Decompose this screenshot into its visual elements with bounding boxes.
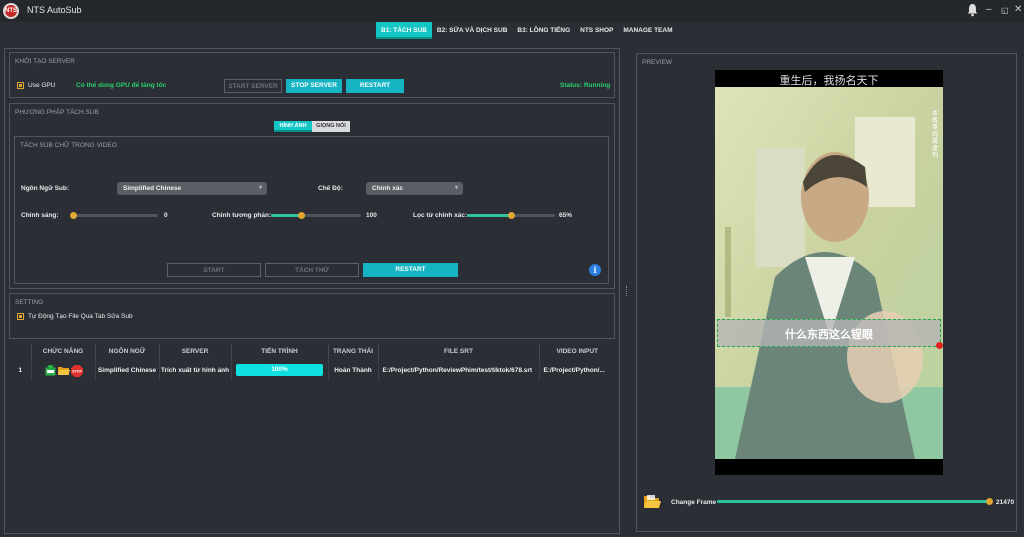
extract-subpanel: TÁCH SUB CHỮ TRONG VIDEO — [14, 136, 609, 284]
brightness-value: 0 — [164, 212, 168, 219]
gpu-note: Có thể dùng GPU để tăng tốc — [76, 82, 167, 89]
mode-label: Chế Độ: — [318, 185, 343, 192]
slider-fill — [467, 214, 511, 217]
jobs-table: CHỨC NĂNG NGÔN NGỮ SERVER TIẾN TRÌNH TRẠ… — [10, 344, 615, 381]
app-logo: NTS — [3, 3, 19, 19]
slider-knob[interactable] — [508, 212, 515, 219]
subtitle-text: 什么东西这么锃眼 — [785, 328, 873, 341]
slider-knob[interactable] — [986, 498, 993, 505]
row-video-input: E:/Project/Python/... — [543, 366, 605, 374]
col-index-header — [10, 344, 32, 359]
extract-section-title: TÁCH SUB CHỮ TRONG VIDEO — [20, 142, 117, 149]
auto-create-label: Tự Động Tạo File Qua Tab Sửa Sub — [28, 313, 133, 320]
app-title: NTS AutoSub — [27, 5, 82, 15]
col-function-header: CHỨC NĂNG — [31, 344, 96, 359]
lang-select[interactable]: Simplified Chinese ▾ — [117, 182, 267, 195]
slider-fill — [717, 500, 989, 503]
brightness-slider[interactable] — [70, 212, 158, 219]
frame-slider[interactable] — [717, 498, 993, 505]
stop-server-button[interactable]: STOP SERVER — [286, 79, 342, 93]
folder-icon[interactable] — [57, 365, 70, 376]
subtitle-region-box[interactable]: 什么东西这么锃眼 — [717, 319, 941, 347]
mode-select[interactable]: Chính xác ▾ — [366, 182, 463, 195]
server-section-title: KHỞI TẠO SERVER — [15, 58, 75, 65]
frame-value: 21470 — [996, 499, 1015, 506]
tab-long-tieng[interactable]: B3: LỒNG TIẾNG — [512, 22, 575, 39]
video-preview: 重生后，我扬名天下 本故事纯属虚构 什么东西这么锃眼 — [715, 70, 943, 475]
lang-label: Ngôn Ngữ Sub: — [21, 185, 70, 192]
close-icon[interactable]: ✕ — [1014, 4, 1022, 15]
folder-open-icon[interactable] — [644, 494, 661, 512]
chevron-down-icon: ▾ — [454, 185, 458, 191]
video-top-caption: 重生后，我扬名天下 — [779, 74, 879, 87]
subtitle-resize-handle[interactable] — [936, 342, 943, 349]
tab-nts-shop[interactable]: NTS SHOP — [575, 22, 618, 39]
row-file-srt: E:/Project/Python/ReviewPhim/test/tiktok… — [378, 359, 540, 381]
seg-voice-button[interactable]: GIỌNG NÓI — [312, 121, 350, 132]
maximize-icon[interactable]: ◱ — [1001, 6, 1009, 15]
use-gpu-checkbox[interactable] — [17, 82, 24, 89]
svg-text:STOP: STOP — [72, 369, 82, 373]
start-server-button[interactable]: START SERVER — [224, 79, 282, 93]
lang-select-value: Simplified Chinese — [123, 185, 182, 192]
info-icon[interactable]: i — [589, 264, 601, 276]
bell-icon[interactable] — [966, 3, 979, 20]
splitter-handle[interactable] — [626, 286, 628, 296]
filter-label: Lọc từ chính xác: — [413, 212, 468, 219]
preview-section-title: PREVIEW — [642, 59, 672, 66]
start-button[interactable]: START — [167, 263, 261, 277]
slider-knob[interactable] — [297, 212, 305, 219]
method-section-title: PHƯƠNG PHÁP TÁCH SUB — [15, 109, 99, 116]
seg-image-button[interactable]: HÌNH ẢNH — [274, 121, 312, 132]
test-extract-button[interactable]: TÁCH THỬ — [265, 263, 359, 277]
row-progress: 100% — [231, 359, 329, 381]
auto-create-checkbox[interactable] — [17, 313, 24, 320]
video-side-text: 本故事纯属虚构 — [932, 110, 939, 159]
minimize-icon[interactable]: ‒ — [986, 4, 992, 15]
col-status-header: TRẠNG THÁI — [328, 344, 379, 359]
server-status: Status: Running — [560, 82, 611, 89]
contrast-slider[interactable] — [271, 212, 361, 219]
contrast-label: Chỉnh tương phản: — [212, 212, 272, 219]
export-icon[interactable] — [45, 364, 56, 376]
restart-extract-button[interactable]: RESTART — [363, 263, 458, 277]
use-gpu-label: Use GPU — [28, 82, 56, 89]
title-bar: NTS NTS AutoSub ‒ ◱ ✕ — [0, 0, 1024, 22]
chevron-down-icon: ▾ — [258, 185, 262, 191]
row-status: Hoàn Thành — [328, 359, 379, 381]
row-actions: STOP — [31, 359, 96, 381]
restart-server-button[interactable]: RESTART — [346, 79, 404, 93]
row-index: 1 — [10, 359, 32, 381]
slider-fill — [271, 214, 301, 217]
slider-knob[interactable] — [70, 212, 77, 219]
table-row[interactable]: 1 STOP Simplified Chinese Trích xuất từ … — [10, 359, 615, 381]
contrast-value: 100 — [366, 212, 377, 219]
main-tabs: B1: TÁCH SUB B2: SỬA VÀ DỊCH SUB B3: LỒN… — [376, 22, 677, 39]
setting-section-title: SETTING — [15, 299, 44, 306]
filter-slider[interactable] — [467, 212, 555, 219]
stop-icon[interactable]: STOP — [70, 364, 83, 377]
tab-sua-va-dich-sub[interactable]: B2: SỬA VÀ DỊCH SUB — [432, 22, 513, 39]
mode-select-value: Chính xác — [372, 185, 404, 192]
tab-manage-team[interactable]: MANAGE TEAM — [618, 22, 677, 39]
filter-value: 65% — [559, 212, 573, 219]
row-language: Simplified Chinese — [95, 359, 160, 381]
col-server-header: SERVER — [159, 344, 232, 359]
tab-tach-sub[interactable]: B1: TÁCH SUB — [376, 22, 432, 39]
video-frame-image — [715, 87, 943, 459]
brightness-label: Chỉnh sáng: — [21, 212, 59, 219]
col-srt-header: FILE SRT — [378, 344, 540, 359]
col-video-header: VIDEO INPUT — [539, 344, 615, 359]
progress-bar: 100% — [236, 364, 323, 376]
table-header-row: CHỨC NĂNG NGÔN NGỮ SERVER TIẾN TRÌNH TRẠ… — [10, 344, 615, 359]
change-frame-label: Change Frame — [671, 499, 717, 506]
col-language-header: NGÔN NGỮ — [95, 344, 160, 359]
row-server: Trích xuất từ hình ảnh — [159, 359, 232, 381]
col-progress-header: TIẾN TRÌNH — [231, 344, 329, 359]
